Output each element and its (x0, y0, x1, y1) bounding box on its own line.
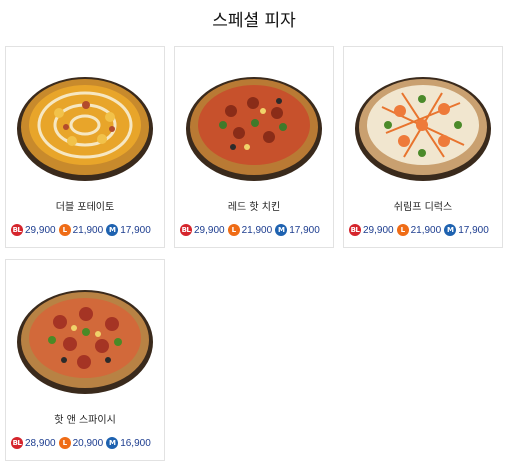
m-size-badge-icon: M (275, 224, 288, 236)
page-title: 스페셜 피자 (212, 11, 296, 31)
price-list: BL 29,900 L 21,900 M 17,900 (180, 223, 334, 237)
l-size-badge-icon: L (227, 224, 240, 236)
price-l: 21,900 (72, 224, 104, 236)
pizza-image[interactable] (352, 67, 494, 185)
product-name[interactable]: 쉬림프 디럭스 (344, 198, 502, 213)
price-l: 20,900 (72, 437, 104, 449)
price-bl: 29,900 (363, 224, 394, 236)
price-m: 17,900 (120, 224, 151, 236)
product-card-double-potato[interactable]: 더블 포테이토 BL 29,900 L 21,900 M 17,900 (5, 46, 165, 248)
price-m: 16,900 (120, 437, 151, 449)
pizza-image[interactable] (14, 67, 156, 185)
product-card-hot-and-spicy[interactable]: 핫 앤 스파이시 BL 28,900 L 20,900 M 16,900 (5, 259, 165, 461)
price-bl: 29,900 (25, 224, 56, 236)
l-size-badge-icon: L (396, 224, 409, 236)
price-m: 17,900 (289, 224, 320, 236)
price-l: 21,900 (241, 224, 273, 236)
bl-size-badge-icon: BL (180, 224, 192, 236)
price-m: 17,900 (458, 224, 489, 236)
pizza-image[interactable] (183, 67, 325, 185)
pizza-image[interactable] (14, 280, 156, 398)
bl-size-badge-icon: BL (349, 224, 361, 236)
l-size-badge-icon: L (58, 224, 71, 236)
m-size-badge-icon: M (106, 224, 119, 236)
l-size-badge-icon: L (58, 437, 71, 449)
m-size-badge-icon: M (106, 437, 119, 449)
bl-size-badge-icon: BL (11, 437, 23, 449)
price-bl: 29,900 (194, 224, 225, 236)
product-card-shrimp-deluxe[interactable]: 쉬림프 디럭스 BL 29,900 L 21,900 M 17,900 (343, 46, 503, 248)
m-size-badge-icon: M (444, 224, 457, 236)
price-list: BL 29,900 L 21,900 M 17,900 (11, 223, 165, 237)
price-bl: 28,900 (25, 437, 56, 449)
product-name[interactable]: 핫 앤 스파이시 (6, 411, 164, 426)
product-card-red-hot-chicken[interactable]: 레드 핫 치킨 BL 29,900 L 21,900 M 17,900 (174, 46, 334, 248)
bl-size-badge-icon: BL (11, 224, 23, 236)
price-l: 21,900 (410, 224, 442, 236)
product-name[interactable]: 레드 핫 치킨 (175, 198, 333, 213)
product-name[interactable]: 더블 포테이토 (6, 198, 164, 213)
price-list: BL 28,900 L 20,900 M 16,900 (11, 436, 165, 450)
price-list: BL 29,900 L 21,900 M 17,900 (349, 223, 503, 237)
